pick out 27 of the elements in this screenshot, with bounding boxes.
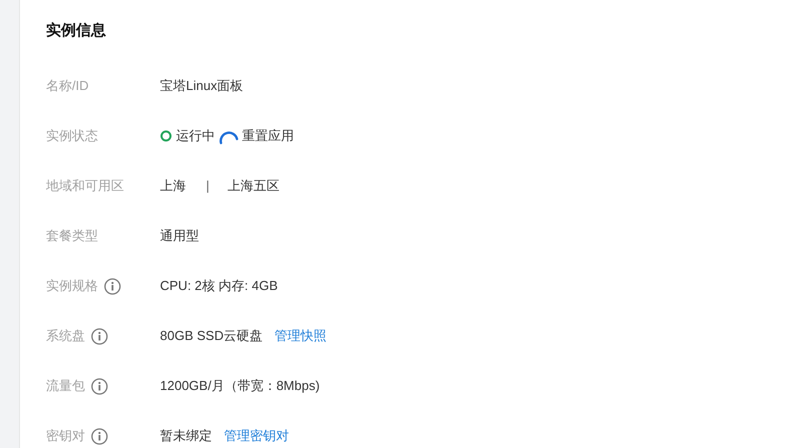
status-text: 运行中 <box>176 127 215 146</box>
field-value: 宝塔Linux面板 <box>160 77 244 96</box>
info-icon[interactable] <box>91 428 108 444</box>
manage-link[interactable]: 管理密钥对 <box>224 426 289 446</box>
status-text: 重置应用 <box>242 127 294 146</box>
field-value: 上海五区 <box>227 177 280 196</box>
field-value: 通用型 <box>160 227 199 246</box>
running-status-icon <box>160 130 172 142</box>
field-label: 名称/ID <box>46 77 89 96</box>
separator: | <box>206 177 210 196</box>
field-value: CPU: 2核 内存: 4GB <box>160 277 278 296</box>
field-label: 实例规格 <box>46 277 98 296</box>
field-label: 密钥对 <box>46 427 85 446</box>
field-value: 上海 <box>160 177 186 196</box>
field-value: 80GB SSD云硬盘 <box>160 327 263 346</box>
info-icon[interactable] <box>91 328 108 344</box>
section-title: 实例信息 <box>46 21 107 41</box>
manage-link[interactable]: 管理快照 <box>274 326 327 346</box>
field-label: 套餐类型 <box>46 227 98 246</box>
field-label: 流量包 <box>46 377 85 396</box>
info-icon[interactable] <box>91 378 108 394</box>
field-value: 暂未绑定 <box>160 427 212 446</box>
info-icon[interactable] <box>104 278 121 294</box>
field-label: 实例状态 <box>46 127 98 146</box>
field-value: 1200GB/月（带宽：8Mbps) <box>160 377 320 396</box>
field-label: 系统盘 <box>46 327 85 346</box>
field-label: 地域和可用区 <box>46 177 124 196</box>
